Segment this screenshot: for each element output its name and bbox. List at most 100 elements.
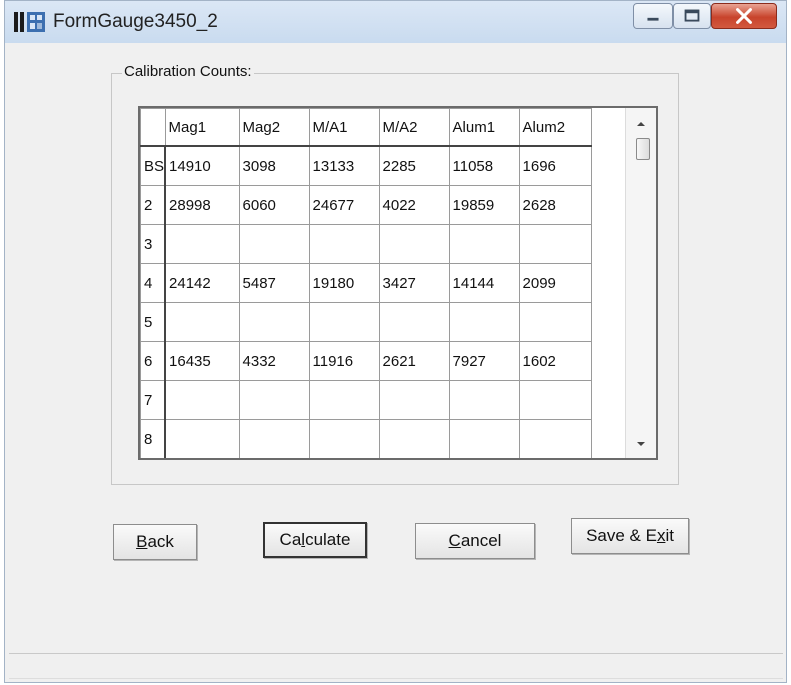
grid-cell[interactable]: 19859: [448, 185, 520, 225]
calculate-button[interactable]: Calculate: [263, 522, 367, 558]
cancel-button[interactable]: Cancel: [415, 523, 535, 559]
grid-cell[interactable]: [518, 224, 592, 264]
save-and-exit-button[interactable]: Save & Exit: [571, 518, 689, 554]
grid-cell[interactable]: [448, 419, 520, 458]
grid-cell[interactable]: [308, 419, 380, 458]
calibration-table: Mag1 Mag2 M/A1 M/A2 Alum1 Alum2 BS 14910 3…: [140, 108, 592, 458]
grid-cell[interactable]: 24677: [308, 185, 380, 225]
scroll-up-button[interactable]: [626, 112, 656, 136]
grid-cell[interactable]: 4332: [238, 341, 310, 381]
grid-cell[interactable]: [378, 224, 450, 264]
save-button-label-end: it: [665, 526, 674, 545]
title-bar[interactable]: FormGauge3450_2: [5, 1, 786, 43]
grid-cell[interactable]: 1696: [518, 145, 592, 186]
row-header[interactable]: 6: [140, 341, 166, 381]
grid-cell[interactable]: 13133: [308, 145, 380, 186]
grid-cell[interactable]: [238, 224, 310, 264]
grid-cell[interactable]: 11058: [448, 145, 520, 186]
grid-cell[interactable]: 2628: [518, 185, 592, 225]
grid-cell[interactable]: [448, 302, 520, 342]
row-header[interactable]: 4: [140, 263, 166, 303]
grid-cell[interactable]: [518, 380, 592, 420]
vertical-scrollbar[interactable]: [625, 108, 656, 458]
grid-cell[interactable]: [308, 302, 380, 342]
grid-cell[interactable]: 4022: [378, 185, 450, 225]
app-grid-icon[interactable]: [13, 10, 47, 34]
grid-cell[interactable]: 14910: [164, 145, 240, 186]
column-header[interactable]: Mag2: [238, 108, 310, 147]
row-header[interactable]: BS: [140, 145, 166, 186]
corner-cell: [140, 108, 166, 147]
grid-cell[interactable]: 11916: [308, 341, 380, 381]
grid-cell[interactable]: [238, 380, 310, 420]
minimize-icon: [647, 17, 659, 21]
grid-cell[interactable]: [164, 380, 240, 420]
close-icon: [736, 8, 752, 24]
maximize-button[interactable]: [673, 3, 711, 29]
grid-row: BS 14910 3098 13133 2285 11058 1696: [140, 145, 592, 186]
grid-cell[interactable]: [518, 419, 592, 458]
grid-cell[interactable]: 3427: [378, 263, 450, 303]
back-button[interactable]: Back: [113, 524, 197, 560]
grid-cell[interactable]: 24142: [164, 263, 240, 303]
row-header[interactable]: 5: [140, 302, 166, 342]
grid-row: 4 24142 5487 19180 3427 14144 2099: [140, 263, 592, 303]
cancel-button-mnemonic: C: [448, 531, 461, 550]
grid-cell[interactable]: 2621: [378, 341, 450, 381]
grid-cell[interactable]: 1602: [518, 341, 592, 381]
grid-cell[interactable]: 28998: [164, 185, 240, 225]
grid-cell[interactable]: 19180: [308, 263, 380, 303]
scroll-down-button[interactable]: [626, 432, 656, 456]
grid-cell[interactable]: 2099: [518, 263, 592, 303]
cancel-button-label: ancel: [460, 531, 502, 550]
row-header[interactable]: 8: [140, 419, 166, 458]
grid-cell[interactable]: [378, 419, 450, 458]
scroll-up-arrow-icon: [637, 122, 645, 126]
grid-row: 3: [140, 224, 592, 264]
maximize-icon: [684, 9, 700, 22]
grid-cell[interactable]: [308, 380, 380, 420]
grid-cell[interactable]: [518, 302, 592, 342]
calculate-button-label-start: Ca: [279, 530, 302, 549]
save-button-label-start: Save & E: [586, 526, 657, 545]
back-button-mnemonic: B: [136, 532, 148, 551]
calibration-groupbox: Calibration Counts: Mag1 Mag2 M/A1 M/A2 …: [111, 63, 679, 485]
column-header[interactable]: Alum2: [518, 108, 592, 147]
grid-cell[interactable]: [378, 302, 450, 342]
grid-cell[interactable]: [238, 302, 310, 342]
grid-cell[interactable]: [448, 380, 520, 420]
row-header[interactable]: 7: [140, 380, 166, 420]
column-header[interactable]: M/A2: [378, 108, 450, 147]
grid-cell[interactable]: 3098: [238, 145, 310, 186]
grid-cell[interactable]: 16435: [164, 341, 240, 381]
grid-row: 2 28998 6060 24677 4022 19859 2628: [140, 185, 592, 225]
row-header[interactable]: 2: [140, 185, 166, 225]
calibration-group-label: Calibration Counts:: [122, 63, 254, 80]
column-header[interactable]: M/A1: [308, 108, 380, 147]
form-client-area: Calibration Counts: Mag1 Mag2 M/A1 M/A2 …: [17, 43, 782, 649]
grid-cell[interactable]: 5487: [238, 263, 310, 303]
status-bar: [9, 653, 783, 679]
scroll-thumb[interactable]: [636, 138, 650, 160]
column-header[interactable]: Alum1: [448, 108, 520, 147]
grid-cell[interactable]: [164, 224, 240, 264]
grid-cell[interactable]: [238, 419, 310, 458]
row-header[interactable]: 3: [140, 224, 166, 264]
calculate-button-label-end: culate: [305, 530, 351, 549]
grid-cell[interactable]: [308, 224, 380, 264]
column-header[interactable]: Mag1: [164, 108, 240, 147]
minimize-button[interactable]: [633, 3, 673, 29]
grid-cell[interactable]: 6060: [238, 185, 310, 225]
grid-cell[interactable]: [164, 419, 240, 458]
grid-cell[interactable]: 7927: [448, 341, 520, 381]
close-button[interactable]: [711, 3, 777, 29]
header-row: Mag1 Mag2 M/A1 M/A2 Alum1 Alum2: [140, 108, 592, 147]
grid-row: 7: [140, 380, 592, 420]
grid-cell[interactable]: [164, 302, 240, 342]
grid-cell[interactable]: [448, 224, 520, 264]
grid-cell[interactable]: 2285: [378, 145, 450, 186]
calibration-grid[interactable]: Mag1 Mag2 M/A1 M/A2 Alum1 Alum2 BS 14910 3…: [138, 106, 658, 460]
grid-row: 8: [140, 419, 592, 458]
grid-cell[interactable]: [378, 380, 450, 420]
grid-cell[interactable]: 14144: [448, 263, 520, 303]
